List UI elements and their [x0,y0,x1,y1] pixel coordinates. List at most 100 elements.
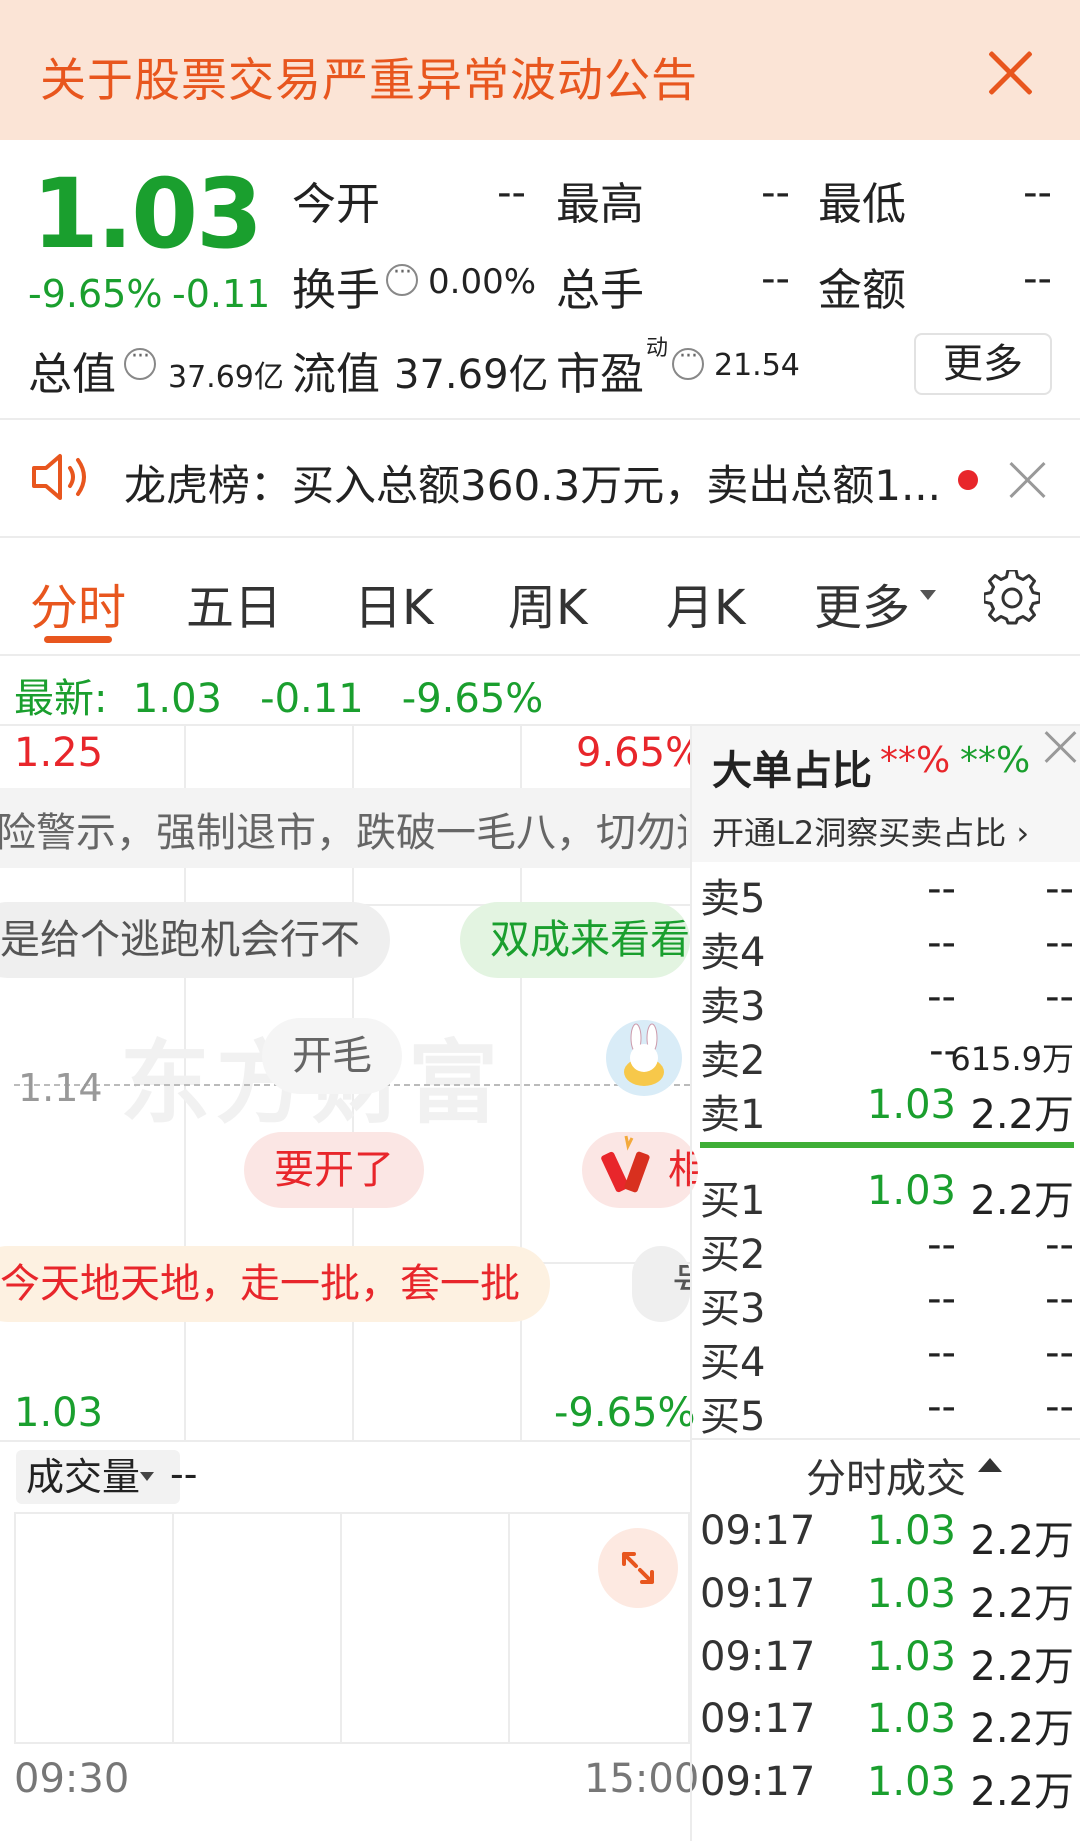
close-icon[interactable] [984,46,1036,98]
trade-price: 1.03 [866,1696,956,1742]
fenshi-trades-title[interactable]: 分时成交 [806,1446,966,1504]
order-volume: -- [1045,920,1074,966]
close-icon[interactable] [1008,460,1048,500]
order-volume: -- [1045,1222,1074,1268]
open-label: 今开 [292,179,380,230]
trade-row: 09:17 1.03 2.2万 [700,1696,1074,1752]
expand-button[interactable] [598,1528,678,1608]
divider [0,654,1080,656]
volume-chart[interactable] [14,1512,690,1744]
trade-volume: 2.2万 [970,1644,1074,1690]
info-icon[interactable] [672,344,704,380]
order-volume: 615.9万 [950,1040,1074,1078]
order-label: 卖2 [700,1038,766,1084]
order-price: -- [927,1276,956,1322]
order-label: 卖3 [700,984,766,1030]
latest-pct: -9.65% [401,676,544,722]
chart-low-price: 1.03 [14,1390,104,1436]
expand-icon [622,1552,654,1584]
tab-week-k[interactable]: 周K [508,568,587,638]
trade-time: 09:17 [700,1759,816,1805]
trade-volume: 2.2万 [970,1769,1074,1815]
order-book-row: 卖5 -- -- [700,866,1074,922]
order-price: -- [927,1222,956,1268]
comment-bullet[interactable]: 是给个逃跑机会行不 [0,902,390,978]
volume-label: 总手 [556,265,644,316]
more-button[interactable]: 更多 [914,333,1052,395]
tab-five-day[interactable]: 五日 [186,568,282,638]
tab-fenshi[interactable]: 分时 [30,568,126,638]
trade-time: 09:17 [700,1571,816,1617]
low-value: -- [1023,170,1052,216]
close-icon[interactable] [1044,730,1078,764]
big-order-sell-ratio: **% [960,740,1031,781]
trade-row: 09:17 1.03 2.2万 [700,1508,1074,1564]
turnover-label: 换手 [292,265,380,316]
comment-bullet[interactable]: 要开了 [244,1132,424,1208]
order-volume: -- [1045,1330,1074,1376]
order-volume: -- [1045,866,1074,912]
order-book-row: 买1 1.03 2.2万 [700,1168,1074,1224]
order-volume: -- [1045,974,1074,1020]
trade-row: 09:17 1.03 2.2万 [700,1634,1074,1690]
trade-volume: 2.2万 [970,1518,1074,1564]
order-label: 买5 [700,1394,766,1440]
gear-icon[interactable] [984,570,1040,626]
trade-time: 09:17 [700,1696,816,1742]
announcement-text[interactable]: 关于股票交易严重异常波动公告 [40,44,698,110]
tab-day-k[interactable]: 日K [354,568,433,638]
order-book-row: 买3 -- -- [700,1276,1074,1332]
big-order-buy-ratio: **% [880,740,951,781]
tab-more[interactable]: 更多 [814,568,910,638]
order-label: 买4 [700,1340,766,1386]
order-price: -- [927,1330,956,1376]
l2-upgrade-link[interactable]: 开通L2洞察买卖占比 › [712,808,1029,854]
grid-line [172,1514,174,1742]
volume-value: -- [761,256,790,302]
change-amount: -0.11 [172,272,271,316]
divider [0,1440,690,1442]
order-book-row: 卖4 -- -- [700,920,1074,976]
time-start: 09:30 [14,1756,130,1802]
order-book-row: 买4 -- -- [700,1330,1074,1386]
comment-bullet[interactable]: 开毛 [262,1018,402,1094]
sort-up-icon[interactable] [978,1458,1002,1472]
order-label: 买2 [700,1232,766,1278]
order-label: 卖1 [700,1092,766,1138]
volume-selector[interactable]: 成交量 [16,1450,181,1504]
change-percent: -9.65% [28,272,163,316]
float-cap-value: 37.69亿 [394,352,549,398]
announcement-banner[interactable]: 关于股票交易严重异常波动公告 [0,0,1080,140]
order-book-separator [700,1142,1074,1148]
order-label: 卖4 [700,930,766,976]
latest-label: 最新: [14,676,108,722]
latest-quote: 最新: 1.03 -0.11 -9.65% [14,666,543,724]
grid-line [340,1514,342,1742]
market-cap-label: 总值 [28,349,116,400]
info-icon[interactable] [386,260,418,296]
order-volume: -- [1045,1384,1074,1430]
trade-row: 09:17 1.03 2.2万 [700,1571,1074,1627]
volume-label: 成交量 [26,1455,141,1499]
high-value: -- [761,170,790,216]
pe-value: 21.54 [714,348,800,383]
market-cap-value: 37.69亿 [168,360,284,395]
order-book-row: 买5 -- -- [700,1384,1074,1440]
comment-bullet[interactable]: 双成来看看 [460,902,690,978]
chart-high-pct: 9.65% [576,730,704,776]
dragon-tiger-text[interactable]: 龙虎榜：买入总额360.3万元，卖出总额1... [124,452,954,513]
pe-label: 市盈 [556,349,644,400]
order-price: -- [927,1384,956,1430]
order-book-row: 买2 -- -- [700,1222,1074,1278]
tab-month-k[interactable]: 月K [666,568,745,638]
amount-value: -- [1023,256,1052,302]
latest-price: 1.03 [132,676,222,722]
big-order-title: 大单占比 [712,748,872,794]
low-label: 最低 [818,179,906,230]
info-icon[interactable] [124,344,156,380]
trade-row: 09:17 1.03 2.2万 [700,1759,1074,1815]
comment-bullet[interactable]: 今天地天地，走一批，套一批 [0,1246,550,1322]
open-value: -- [497,170,526,216]
comment-bullet[interactable]: 号 [632,1246,690,1322]
chevron-down-icon [140,1472,154,1481]
